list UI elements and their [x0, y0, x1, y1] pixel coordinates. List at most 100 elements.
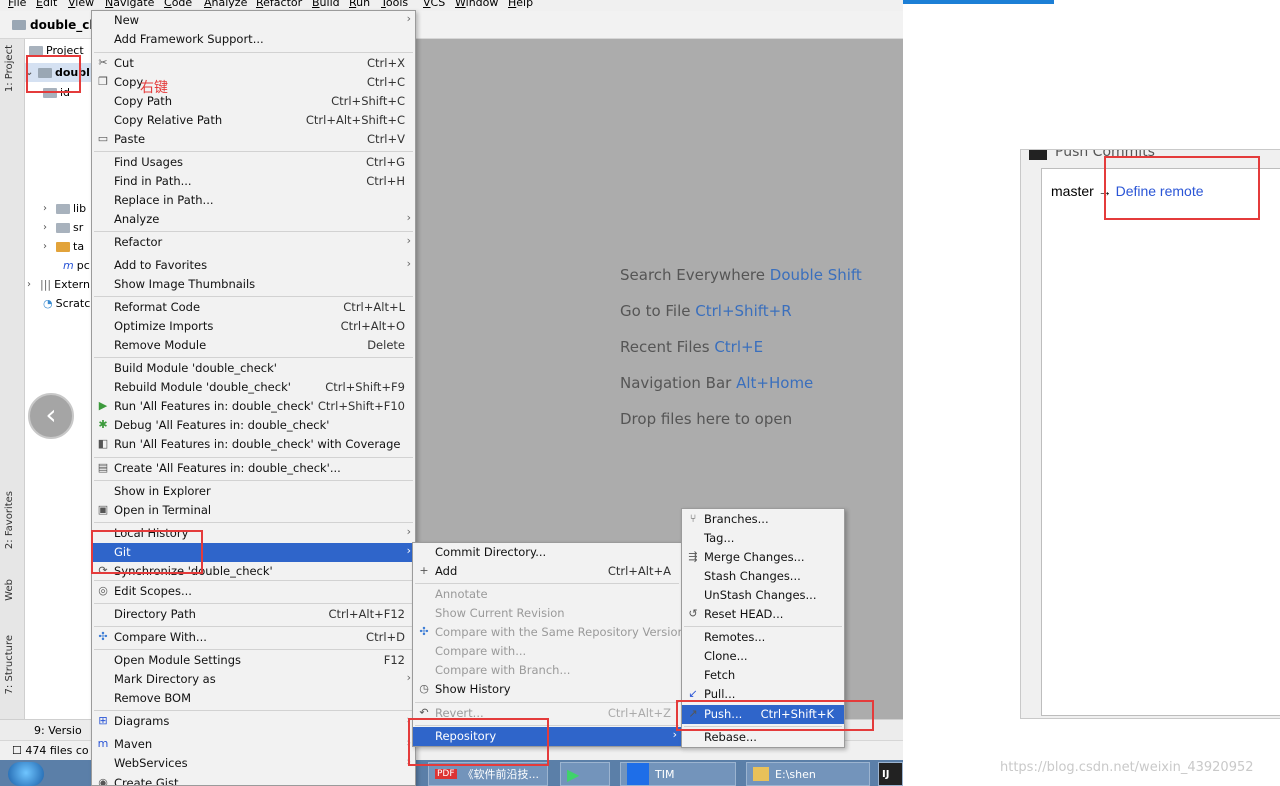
context-menu-item-new[interactable]: New › [92, 11, 415, 30]
taskbar-item-explorer[interactable]: E:\shen [746, 762, 870, 786]
tree-item-src[interactable]: › sr [43, 218, 83, 237]
git-menu-item-compare-with: Compare with... [413, 642, 681, 661]
chevron-right-icon[interactable]: › [43, 203, 53, 214]
branch-icon: ⑂ [689, 512, 697, 525]
context-menu-item-maven[interactable]: m Maven › [92, 735, 415, 754]
repo-menu-item-remotes[interactable]: Remotes... [682, 628, 844, 647]
tab-favorites[interactable]: 2: Favorites [4, 491, 15, 549]
menu-item-label: Annotate [435, 587, 488, 601]
git-menu-item-add[interactable]: + Add Ctrl+Alt+A [413, 562, 681, 581]
repo-menu-item-branches[interactable]: ⑂ Branches... [682, 510, 844, 529]
taskbar-item-intellij[interactable]: IJ [878, 762, 903, 786]
context-menu-item-replace-in-path[interactable]: Replace in Path... [92, 191, 415, 210]
tree-item-target[interactable]: › ta [43, 237, 84, 256]
maven-icon: m [97, 737, 109, 750]
chevron-right-icon[interactable]: › [43, 222, 53, 233]
repo-menu-item-clone[interactable]: Clone... [682, 647, 844, 666]
menu-item-label: Find Usages [114, 155, 184, 169]
menu-refactor[interactable]: Refactor [256, 0, 302, 9]
menu-build[interactable]: Build [312, 0, 340, 9]
repo-menu-item-reset-head[interactable]: ↺ Reset HEAD... [682, 605, 844, 624]
menu-separator [94, 580, 413, 581]
git-menu-item-commit-directory[interactable]: Commit Directory... [413, 543, 681, 562]
tab-project[interactable]: 1: Project [4, 45, 15, 92]
menu-help[interactable]: Help [508, 0, 533, 9]
menu-item-label: Show Image Thumbnails [114, 277, 256, 291]
menu-window[interactable]: Window [455, 0, 498, 9]
windows-start-icon[interactable] [8, 762, 44, 786]
taskbar-item-player[interactable]: ▶ [560, 762, 610, 786]
context-menu-item-find-in-path[interactable]: Find in Path... Ctrl+H [92, 172, 415, 191]
context-menu-item-create-gist[interactable]: ◉ Create Gist... [92, 774, 415, 785]
context-menu-item-rebuild-module-double-check[interactable]: Rebuild Module 'double_check' Ctrl+Shift+… [92, 378, 415, 397]
context-menu-item-add-framework-support[interactable]: Add Framework Support... [92, 30, 415, 49]
tree-item-pom[interactable]: m pc [63, 256, 90, 275]
hint-shortcut: Double Shift [769, 266, 862, 284]
menu-item-label: Paste [114, 132, 146, 146]
context-menu-item-show-in-explorer[interactable]: Show in Explorer [92, 482, 415, 501]
repo-menu-item-fetch[interactable]: Fetch [682, 666, 844, 685]
context-menu-item-run-all-features-in-double-check-with-coverage[interactable]: ◧ Run 'All Features in: double_check' wit… [92, 435, 415, 454]
maven-icon: m [63, 259, 74, 272]
context-menu-item-build-module-double-check[interactable]: Build Module 'double_check' [92, 359, 415, 378]
menu-code[interactable]: Code [164, 0, 192, 9]
tab-structure[interactable]: 7: Structure [4, 635, 15, 694]
tree-item-label: Extern [54, 278, 90, 291]
context-menu-item-webservices[interactable]: WebServices › [92, 754, 415, 773]
menu-file[interactable]: File [8, 0, 26, 9]
tab-version-control[interactable]: 9: Versio [34, 724, 82, 737]
context-menu-item-open-in-terminal[interactable]: ▣ Open in Terminal [92, 501, 415, 520]
menu-run[interactable]: Run [349, 0, 370, 9]
context-menu-item-add-to-favorites[interactable]: Add to Favorites › [92, 256, 415, 275]
tree-item-external-libraries[interactable]: › ||| Extern [27, 275, 90, 294]
context-menu-item-refactor[interactable]: Refactor › [92, 233, 415, 252]
folder-icon [56, 203, 70, 214]
context-menu-item-diagrams[interactable]: ⊞ Diagrams › [92, 712, 415, 731]
menu-item-label: Fetch [704, 668, 736, 682]
context-menu-item-find-usages[interactable]: Find Usages Ctrl+G [92, 153, 415, 172]
context-menu-item-remove-module[interactable]: Remove Module Delete [92, 336, 415, 355]
context-menu-item-open-module-settings[interactable]: Open Module Settings F12 [92, 651, 415, 670]
context-menu-item-edit-scopes[interactable]: ◎ Edit Scopes... [92, 582, 415, 601]
menu-tools[interactable]: Tools [381, 0, 408, 9]
menu-item-label: Show History [435, 682, 511, 696]
back-arrow-icon[interactable]: ‹ [28, 393, 74, 439]
tree-item-scratches[interactable]: ◔ Scratc [43, 294, 90, 313]
git-menu-item-show-history[interactable]: ◷ Show History [413, 680, 681, 699]
menu-analyze[interactable]: Analyze [204, 0, 247, 9]
context-menu-item-analyze[interactable]: Analyze › [92, 210, 415, 229]
context-menu-item-copy-relative-path[interactable]: Copy Relative Path Ctrl+Alt+Shift+C [92, 111, 415, 130]
context-menu-item-reformat-code[interactable]: Reformat Code Ctrl+Alt+L [92, 298, 415, 317]
status-files-text: ☐ 474 files co [12, 744, 89, 757]
tab-web[interactable]: Web [4, 579, 15, 601]
menu-item-label: New [114, 13, 140, 27]
chevron-right-icon[interactable]: › [27, 279, 37, 290]
repo-menu-item-unstash-changes[interactable]: UnStash Changes... [682, 586, 844, 605]
context-menu-item-directory-path[interactable]: Directory Path Ctrl+Alt+F12 [92, 605, 415, 624]
context-menu-item-cut[interactable]: ✂ Cut Ctrl+X [92, 54, 415, 73]
menu-separator [94, 52, 413, 53]
menu-view[interactable]: View [68, 0, 94, 9]
context-menu-item-run-all-features-in-double-check[interactable]: ▶ Run 'All Features in: double_check' Ctrl… [92, 397, 415, 416]
clock-icon: ◷ [419, 682, 429, 695]
menu-navigate[interactable]: Navigate [105, 0, 154, 9]
editor-hint: Recent Files Ctrl+E [620, 338, 763, 356]
context-menu-item-remove-bom[interactable]: Remove BOM [92, 689, 415, 708]
taskbar-item-tim[interactable]: TIM [620, 762, 736, 786]
context-menu-item-debug-all-features-in-double-check[interactable]: ✱ Debug 'All Features in: double_check' [92, 416, 415, 435]
tree-item-lib[interactable]: › lib [43, 199, 86, 218]
repo-menu-item-tag[interactable]: Tag... [682, 529, 844, 548]
scratches-icon: ◔ [43, 297, 53, 310]
chevron-right-icon[interactable]: › [43, 241, 53, 252]
menu-edit[interactable]: Edit [36, 0, 57, 9]
context-menu-item-mark-directory-as[interactable]: Mark Directory as › [92, 670, 415, 689]
context-menu-item-optimize-imports[interactable]: Optimize Imports Ctrl+Alt+O [92, 317, 415, 336]
repo-menu-item-merge-changes[interactable]: ⇶ Merge Changes... [682, 548, 844, 567]
context-menu-item-show-image-thumbnails[interactable]: Show Image Thumbnails [92, 275, 415, 294]
context-menu-item-create-all-features-in-double-check[interactable]: ▤ Create 'All Features in: double_check'.… [92, 459, 415, 478]
repo-menu-item-stash-changes[interactable]: Stash Changes... [682, 567, 844, 586]
menu-vcs[interactable]: VCS [423, 0, 445, 9]
context-menu-item-compare-with[interactable]: ✣ Compare With... Ctrl+D [92, 628, 415, 647]
folder-icon [56, 241, 70, 252]
context-menu-item-paste[interactable]: ▭ Paste Ctrl+V [92, 130, 415, 149]
